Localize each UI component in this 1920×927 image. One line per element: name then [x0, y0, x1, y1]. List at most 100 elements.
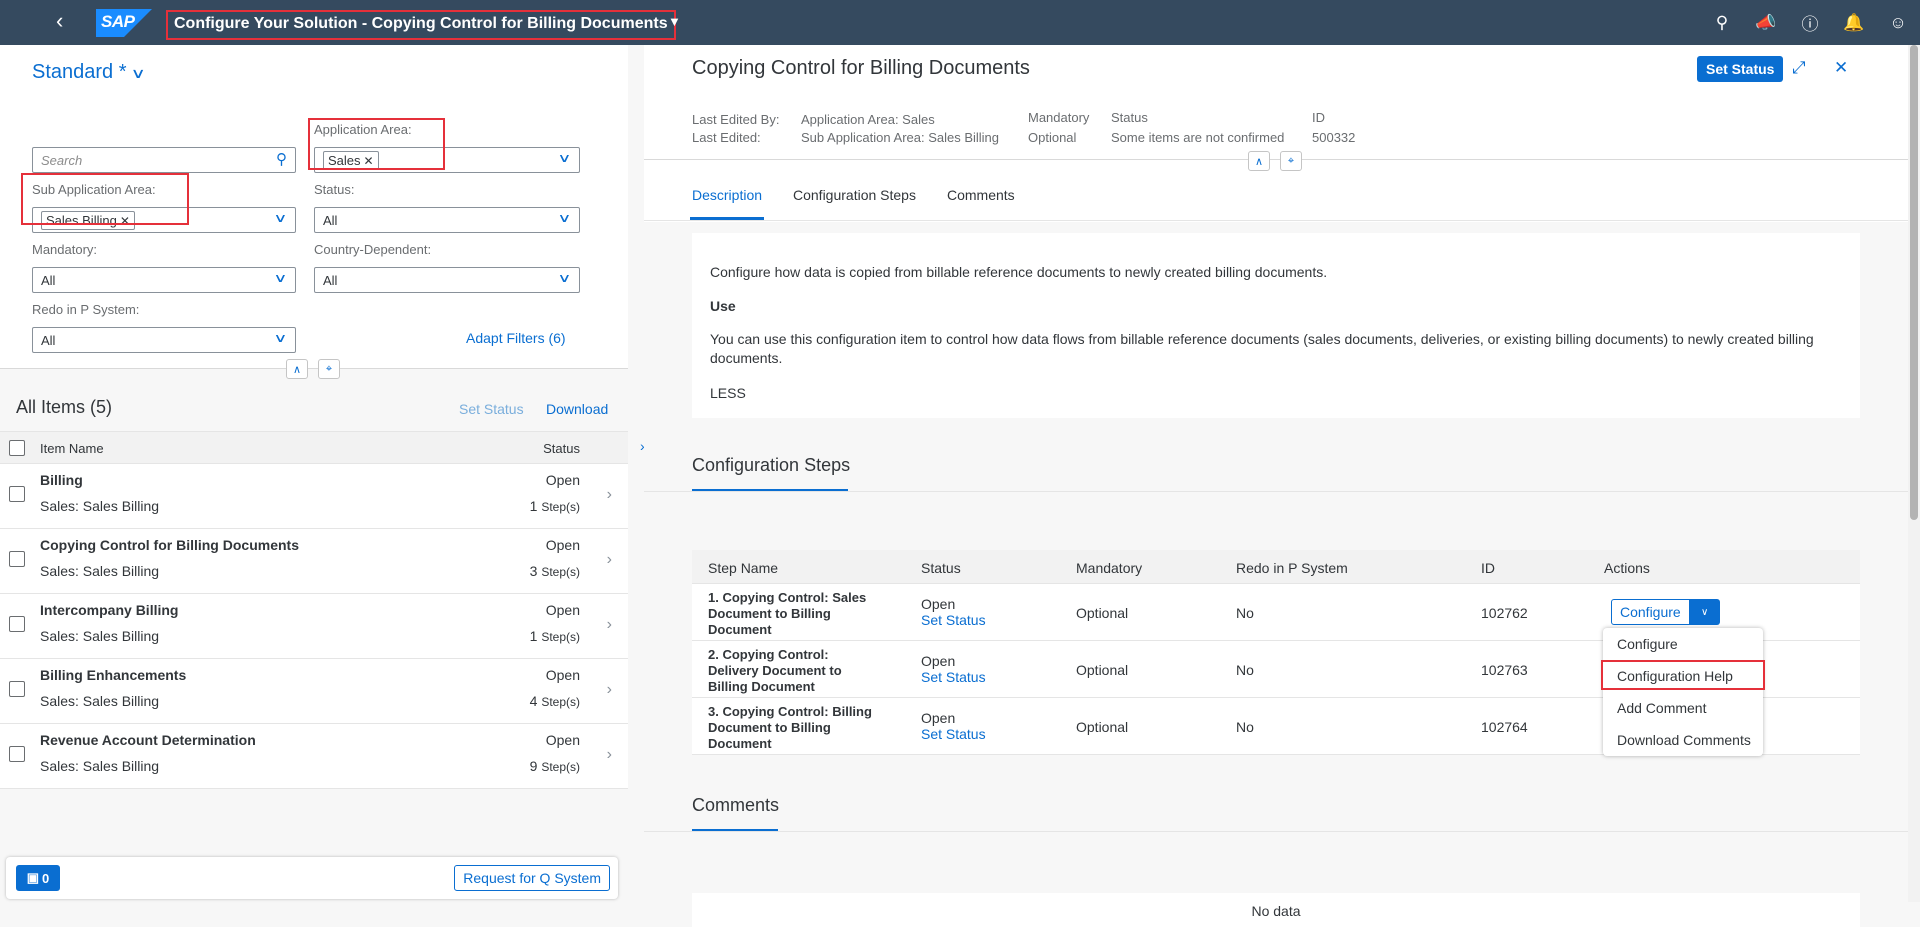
status-text: Open [921, 596, 956, 612]
pin-icon[interactable]: ⌖ [1280, 151, 1302, 171]
item-status: Open [545, 732, 580, 748]
menu-item-download-comments[interactable]: Download Comments [1617, 732, 1751, 748]
pin-icon[interactable]: ⌖ [318, 359, 340, 379]
tab-configuration-steps[interactable]: Configuration Steps [793, 187, 916, 203]
items-table: Item Name Status Billing Sales: Sales Bi… [0, 431, 628, 789]
collapse-header-icon[interactable]: ∧ [1248, 151, 1270, 171]
search-icon[interactable]: ⚲ [276, 150, 287, 168]
country-dependent-select[interactable]: All ∨ [314, 267, 580, 293]
less-link[interactable]: LESS [710, 384, 746, 403]
chevron-down-icon[interactable]: ∨ [558, 211, 572, 225]
message-icon: ▣ [26, 870, 40, 885]
step-status: Open Set Status [921, 596, 986, 628]
step-unit: Step(s) [541, 630, 580, 644]
message-button[interactable]: ▣ 0 [16, 865, 60, 891]
search-icon[interactable]: ⚲ [1700, 0, 1744, 45]
country-dependent-value: All [323, 273, 338, 288]
chevron-right-icon[interactable]: › [607, 616, 612, 634]
menu-item-configure[interactable]: Configure [1617, 636, 1678, 652]
step-count: 9 [529, 758, 538, 774]
chevron-down-icon[interactable]: ∨ [274, 331, 288, 345]
set-status-link[interactable]: Set Status [921, 612, 986, 628]
sap-logo[interactable]: SAP [96, 9, 152, 37]
menu-item-add-comment[interactable]: Add Comment [1617, 700, 1706, 716]
adapt-filters-link[interactable]: Adapt Filters (6) [466, 330, 566, 346]
col-status: Status [921, 560, 961, 576]
item-name: Billing [40, 472, 83, 488]
id-label: ID [1312, 110, 1325, 125]
chevron-right-icon[interactable]: › [607, 486, 612, 504]
configure-button[interactable]: Configure [1611, 599, 1690, 625]
item-steps: 1 Step(s) [530, 628, 580, 644]
chevron-right-icon[interactable]: › [607, 681, 612, 699]
step-count: 1 [529, 628, 538, 644]
fullscreen-icon[interactable]: ⤢ [1792, 58, 1806, 78]
caret-down-icon[interactable]: ▼ [668, 14, 681, 29]
table-row[interactable]: Copying Control for Billing Documents Sa… [0, 529, 628, 594]
id-value: 500332 [1312, 130, 1356, 145]
table-row[interactable]: Billing Sales: Sales Billing Open 1 Step… [0, 464, 628, 529]
set-status-button[interactable]: Set Status [1697, 56, 1784, 82]
tab-description[interactable]: Description [689, 187, 765, 220]
col-status: Status [543, 441, 580, 456]
variant-selector[interactable]: Standard * ∨ [32, 61, 146, 84]
set-status-link[interactable]: Set Status [921, 669, 986, 685]
user-icon[interactable]: ☺ [1876, 0, 1920, 45]
chevron-down-icon[interactable]: ∨ [558, 151, 572, 165]
last-edited-by-label: Last Edited By: [692, 112, 780, 127]
scrollbar-thumb[interactable] [1910, 45, 1918, 520]
chevron-down-icon[interactable]: ∨ [274, 211, 288, 225]
chevron-down-icon: ∨ [129, 65, 146, 81]
section-divider [644, 831, 1908, 832]
item-name: Intercompany Billing [40, 602, 179, 618]
shell-actions: ⚲ 📣 ⓘ 🔔 ☺ [1700, 0, 1920, 45]
table-row[interactable]: Revenue Account Determination Sales: Sal… [0, 724, 628, 789]
item-status: Open [545, 667, 580, 683]
row-checkbox[interactable] [9, 551, 25, 567]
chevron-down-icon[interactable]: ∨ [558, 271, 572, 285]
redo-value: All [41, 333, 56, 348]
chevron-down-icon[interactable]: ∨ [1689, 599, 1720, 625]
request-q-system-button[interactable]: Request for Q System [454, 865, 610, 891]
megaphone-icon[interactable]: 📣 [1744, 0, 1788, 45]
col-redo: Redo in P System [1236, 560, 1348, 576]
search-placeholder: Search [41, 153, 83, 168]
col-actions: Actions [1604, 560, 1650, 576]
redo-select[interactable]: All ∨ [32, 327, 296, 353]
collapse-header-icon[interactable]: ∧ [286, 359, 308, 379]
app-title[interactable]: Configure Your Solution - Copying Contro… [166, 10, 676, 40]
step-name: 1. Copying Control: Sales Document to Bi… [708, 590, 867, 637]
download-button[interactable]: Download [546, 401, 608, 417]
help-icon[interactable]: ⓘ [1788, 0, 1832, 45]
select-all-checkbox[interactable] [9, 440, 25, 456]
chevron-right-icon[interactable]: › [607, 746, 612, 764]
row-checkbox[interactable] [9, 486, 25, 502]
close-icon[interactable]: ✕ [1834, 58, 1848, 78]
status-value: All [323, 213, 338, 228]
row-checkbox[interactable] [9, 681, 25, 697]
use-heading: Use [710, 298, 736, 314]
set-status-link[interactable]: Set Status [921, 726, 986, 742]
status-select[interactable]: All ∨ [314, 207, 580, 233]
step-unit: Step(s) [541, 760, 580, 774]
status-text: Open [921, 710, 956, 726]
chevron-right-icon[interactable]: › [607, 551, 612, 569]
item-name: Copying Control for Billing Documents [40, 537, 299, 553]
row-checkbox[interactable] [9, 746, 25, 762]
tab-comments[interactable]: Comments [947, 187, 1015, 203]
mandatory-select[interactable]: All ∨ [32, 267, 296, 293]
chevron-down-icon[interactable]: ∨ [274, 271, 288, 285]
tab-bar: Description Configuration Steps Comments [644, 175, 1908, 221]
status-text: Open [921, 653, 956, 669]
search-input[interactable]: Search ⚲ [32, 147, 296, 173]
step-unit: Step(s) [541, 500, 580, 514]
table-row[interactable]: Billing Enhancements Sales: Sales Billin… [0, 659, 628, 724]
back-icon[interactable]: ‹ [56, 10, 78, 34]
bell-icon[interactable]: 🔔 [1832, 0, 1876, 45]
row-checkbox[interactable] [9, 616, 25, 632]
item-area: Sales: Sales Billing [40, 563, 160, 579]
mandatory-label: Mandatory [1028, 110, 1090, 125]
set-status-button[interactable]: Set Status [459, 401, 524, 417]
scrollbar[interactable] [1908, 45, 1920, 902]
table-row[interactable]: Intercompany Billing Sales: Sales Billin… [0, 594, 628, 659]
